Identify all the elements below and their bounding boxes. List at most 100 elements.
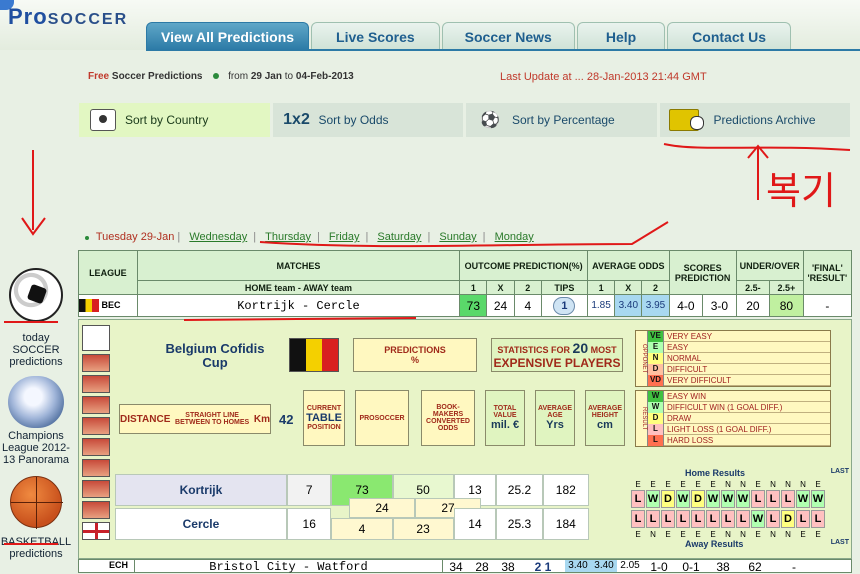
cup-title: Belgium Cofidis Cup [165,341,265,370]
predictions-table: LEAGUE MATCHES OUTCOME PREDICTION(%) AVE… [78,250,853,317]
result-cell: W [706,490,720,508]
sort-bar: Sort by Country 1x2 Sort by Odds ⚽ Sort … [79,103,850,137]
col-prosoccer: PROSOCCER [355,390,409,446]
col-avg-odds: AVERAGE ODDS [586,250,670,281]
result-cell: W [751,510,765,528]
basketball-icon [10,476,63,529]
odds-1x2-icon: 1x2 [283,111,310,128]
col-average-height: AVERAGE HEIGHT cm [585,390,625,446]
result-cell: L [751,490,765,508]
flag-icon [82,501,110,519]
soccer-ball-icon [9,268,63,322]
opponent-level-cell: N [800,479,806,489]
sidebar-item-basketball[interactable]: BASKETBALL predictions [0,476,72,560]
tab-help[interactable]: Help [576,22,666,50]
result-cell: W [811,490,825,508]
distance-value: 42 [279,412,294,427]
day-link-friday[interactable]: Friday [329,231,360,243]
opponent-level-cell: E [680,479,686,489]
tab-view-all-predictions[interactable]: View All Predictions [146,22,310,50]
last-update: Last Update at ... 28-Jan-2013 21:44 GMT [500,71,707,83]
flag-icon [82,375,110,393]
sort-by-country-button[interactable]: Sort by Country [79,103,270,137]
result-cell: W [721,490,735,508]
col-under-over: UNDER/OVER [735,250,804,281]
away-team-row[interactable]: Cercle 16 4 23 14 25.3 184 [115,508,589,540]
opponent-level-cell: N [740,529,746,539]
opponent-level-cell: N [785,529,791,539]
sidebar-item-champions-league[interactable]: Champions League 2012-13 Panorama [0,376,72,466]
site-header: ProSOCCER View All Predictions Live Scor… [0,0,860,51]
result-cell: L [661,510,675,528]
match-details-panel: Belgium Cofidis Cup PREDICTIONS % STATIS… [78,319,852,559]
opponent-level-cell: N [650,529,656,539]
league-flag-column [79,320,113,560]
legend: OPPONET VE VERY EASY E EASY N NORMAL D DIFFI… [635,330,831,447]
result-cell: D [691,490,705,508]
col-average-age: AVERAGE AGE Yrs [535,390,575,446]
tab-live-scores[interactable]: Live Scores [311,22,440,50]
col-outcome: OUTCOME PREDICTION(%) [459,250,588,281]
result-cell: L [781,490,795,508]
col-total-value: TOTAL VALUE mil. € [485,390,525,446]
opponent-level-cell: E [665,529,671,539]
opponent-level-cell: E [635,529,641,539]
day-link-saturday[interactable]: Saturday [377,231,421,243]
england-flag-icon [82,522,110,540]
percentage-ball-icon: ⚽ [480,112,500,129]
result-cell: D [781,510,795,528]
opponent-level-cell: E [695,479,701,489]
result-cell: L [691,510,705,528]
logo[interactable]: ProSOCCER [8,4,128,30]
opponent-level-cell: E [710,479,716,489]
green-dot-icon [213,73,220,79]
sort-by-percentage-button[interactable]: ⚽ Sort by Percentage [466,103,657,137]
tab-contact-us[interactable]: Contact Us [667,22,792,50]
away-opponent-row: ENEEEENNENNEE [631,529,853,539]
sort-by-odds-button[interactable]: 1x2 Sort by Odds [272,103,463,137]
opponent-level-cell: E [695,529,701,539]
col-league: LEAGUE [78,250,138,295]
opponent-level-cell: N [770,479,776,489]
legend-opponent: OPPONET VE VERY EASY E EASY N NORMAL D DIFFI… [635,330,831,387]
predictions-archive-button[interactable]: Predictions Archive [659,103,850,137]
day-link-thursday[interactable]: Thursday [265,231,311,243]
archive-folder-icon [668,107,704,133]
col-scores: SCORES PREDICTION [668,250,737,295]
result-cell: W [736,490,750,508]
opponent-level-cell: N [740,479,746,489]
tab-soccer-news[interactable]: Soccer News [441,22,575,50]
opponent-level-cell: N [725,479,731,489]
result-cell: L [811,510,825,528]
match-name[interactable]: Bristol City - Watford [135,560,443,574]
table-row[interactable]: BEC Kortrijk - Cercle 73 24 4 1 1.85 3.4… [78,294,853,317]
opponent-level-cell: E [710,529,716,539]
left-sidebar: today SOCCER predictions Champions Leagu… [0,262,72,560]
flag-icon [82,438,110,456]
match-name[interactable]: Kortrijk - Cercle [136,294,461,317]
opponent-level-cell: E [755,529,761,539]
day-current: Tuesday 29-Jan [95,231,175,243]
result-cell: L [646,510,660,528]
opponent-level-cell: E [815,529,821,539]
col-matches: MATCHES [136,250,461,281]
distance-box: DISTANCE STRAIGHT LINE BETWEEN TO HOMES … [119,404,271,434]
flag-icon [82,354,110,372]
legend-result: RESULT W EASY WIN W DIFFICULT WIN (1 GOAL … [635,390,831,447]
opponent-level-cell: N [785,479,791,489]
opponent-level-cell: E [755,479,761,489]
statistics-box[interactable]: STATISTICS FOR 20 MOST EXPENSIVE PLAYERS [491,338,623,372]
col-bookmakers: BOOK-MAKERS CONVERTED ODDS [421,390,475,446]
flag-icon [82,396,110,414]
opponent-level-cell: E [650,479,656,489]
sidebar-item-today-soccer[interactable]: today SOCCER predictions [0,268,72,368]
day-link-sunday[interactable]: Sunday [439,231,476,243]
predictions-box[interactable]: PREDICTIONS % [353,338,477,372]
day-nav: Tuesday 29-Jan | Wednesday | Thursday | Fr… [85,231,540,243]
result-cell: L [706,510,720,528]
result-cell: W [796,490,810,508]
day-link-wednesday[interactable]: Wednesday [189,231,247,243]
belgium-flag-icon [79,299,99,312]
opponent-level-cell: N [725,529,731,539]
day-link-monday[interactable]: Monday [495,231,534,243]
